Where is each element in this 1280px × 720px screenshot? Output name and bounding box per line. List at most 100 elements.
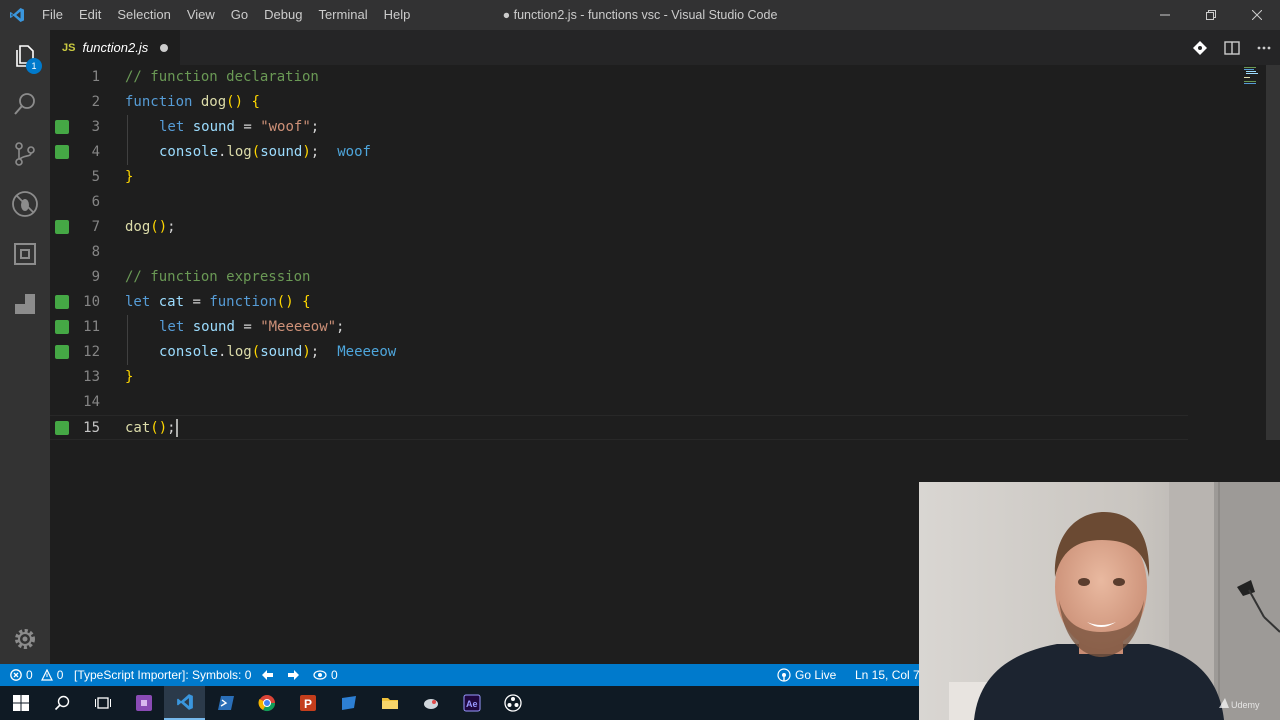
minimap[interactable] xyxy=(1186,65,1266,95)
settings-button[interactable] xyxy=(0,615,50,663)
code-line: 5 } xyxy=(50,165,1188,190)
menu-go[interactable]: Go xyxy=(223,0,256,30)
menu-edit[interactable]: Edit xyxy=(71,0,109,30)
line-text: cat(); xyxy=(125,419,178,437)
powershell-icon xyxy=(217,696,234,710)
taskbar-app-bird[interactable] xyxy=(410,686,451,720)
chrome-icon xyxy=(258,695,275,712)
line-number: 8 xyxy=(91,244,100,260)
minimize-button[interactable] xyxy=(1142,0,1188,30)
cursor-position[interactable]: Ln 15, Col 7 xyxy=(855,664,920,686)
close-icon xyxy=(1252,10,1262,20)
split-editor-button[interactable] xyxy=(1216,30,1248,65)
previous-button[interactable] xyxy=(262,664,274,686)
obs-icon xyxy=(503,694,522,712)
task-view-icon xyxy=(94,697,111,709)
tabs-bar: JS function2.js xyxy=(50,30,1280,65)
activity-bar: 1 xyxy=(0,30,50,664)
inline-result: woof xyxy=(337,144,371,160)
line-text: let sound = "Meeeeow"; xyxy=(159,319,345,335)
vertical-scrollbar[interactable] xyxy=(1266,65,1280,440)
line-text: console.log(sound); woof xyxy=(159,144,371,160)
taskbar-powerpoint[interactable]: P xyxy=(287,686,328,720)
close-button[interactable] xyxy=(1234,0,1280,30)
line-number: 6 xyxy=(91,194,100,210)
menu-terminal[interactable]: Terminal xyxy=(310,0,375,30)
extensions-icon xyxy=(14,243,36,265)
powerpoint-icon: P xyxy=(299,695,316,711)
line-number: 11 xyxy=(83,319,100,335)
line-number: 12 xyxy=(83,344,100,360)
line-text: let cat = function() { xyxy=(125,294,311,310)
watch-count: 0 xyxy=(331,668,338,682)
app-bird-icon xyxy=(423,699,438,709)
taskbar-file-explorer[interactable] xyxy=(369,686,410,720)
presenter-video-image: Udemy xyxy=(919,482,1280,720)
taskbar-after-effects[interactable]: Ae xyxy=(451,686,492,720)
problems-indicator[interactable]: 0 0 xyxy=(10,664,63,686)
windows-icon xyxy=(12,695,29,711)
split-editor-icon xyxy=(1224,40,1240,55)
ellipsis-icon xyxy=(1257,46,1271,49)
vscode-logo-icon xyxy=(0,0,34,30)
broadcast-icon xyxy=(777,668,791,682)
taskbar-powershell[interactable] xyxy=(205,686,246,720)
debug-button[interactable] xyxy=(0,180,50,228)
line-number: 9 xyxy=(91,269,100,285)
line-text: } xyxy=(125,169,134,185)
extensions-button[interactable] xyxy=(0,230,50,278)
line-text: } xyxy=(125,369,134,385)
next-button[interactable] xyxy=(287,664,299,686)
code-line: 7 dog(); xyxy=(50,215,1188,240)
menu-help[interactable]: Help xyxy=(376,0,419,30)
after-effects-icon: Ae xyxy=(463,694,480,712)
code-line: 6 xyxy=(50,190,1188,215)
code-line: 3 let sound = "woof"; xyxy=(50,115,1188,140)
source-control-icon xyxy=(15,142,35,166)
menu-file[interactable]: File xyxy=(34,0,71,30)
code-line: 2 function dog() { xyxy=(50,90,1188,115)
taskbar-vscode[interactable] xyxy=(164,686,205,720)
menu-debug[interactable]: Debug xyxy=(256,0,310,30)
code-line: 14 xyxy=(50,390,1188,415)
line-number: 5 xyxy=(91,169,100,185)
line-number: 15 xyxy=(83,420,100,436)
tab-function2-js[interactable]: JS function2.js xyxy=(50,30,180,65)
source-control-button[interactable] xyxy=(0,130,50,178)
udemy-watermark: Udemy xyxy=(1231,700,1260,710)
task-view-button[interactable] xyxy=(82,686,123,720)
open-changes-button[interactable] xyxy=(1184,30,1216,65)
go-live-label: Go Live xyxy=(795,668,837,682)
start-button[interactable] xyxy=(0,686,41,720)
menu-selection[interactable]: Selection xyxy=(109,0,178,30)
line-number: 7 xyxy=(91,219,100,235)
search-button[interactable] xyxy=(0,80,50,128)
taskbar-search-button[interactable] xyxy=(41,686,82,720)
unsaved-dot-icon[interactable] xyxy=(160,43,169,52)
search-icon xyxy=(14,93,35,115)
taskbar-app-purple[interactable] xyxy=(123,686,164,720)
code-line: 12 console.log(sound); Meeeeow xyxy=(50,340,1188,365)
explorer-button[interactable]: 1 xyxy=(0,32,50,80)
webcam-overlay: Udemy xyxy=(919,482,1280,720)
code-line: 10 let cat = function() { xyxy=(50,290,1188,315)
menu-view[interactable]: View xyxy=(179,0,223,30)
folder-icon xyxy=(381,698,398,709)
code-line: 9 // function expression xyxy=(50,265,1188,290)
go-live-button[interactable]: Go Live xyxy=(777,664,836,686)
arrow-left-icon xyxy=(262,670,273,680)
more-actions-button[interactable] xyxy=(1248,30,1280,65)
taskbar-obs[interactable] xyxy=(492,686,533,720)
app-blue-icon xyxy=(341,696,356,710)
taskbar-app-blue[interactable] xyxy=(328,686,369,720)
restore-button[interactable] xyxy=(1188,0,1234,30)
watch-indicator[interactable]: 0 xyxy=(313,664,338,686)
tab-label: function2.js xyxy=(82,40,149,55)
taskbar-chrome[interactable] xyxy=(246,686,287,720)
line-text: // function declaration xyxy=(125,69,319,85)
line-number: 3 xyxy=(91,119,100,135)
remote-button[interactable] xyxy=(0,280,50,328)
typescript-importer-status[interactable]: [TypeScript Importer]: Symbols: 0 xyxy=(74,664,251,686)
code-line: 11 let sound = "Meeeeow"; xyxy=(50,315,1188,340)
eye-icon xyxy=(313,670,327,680)
